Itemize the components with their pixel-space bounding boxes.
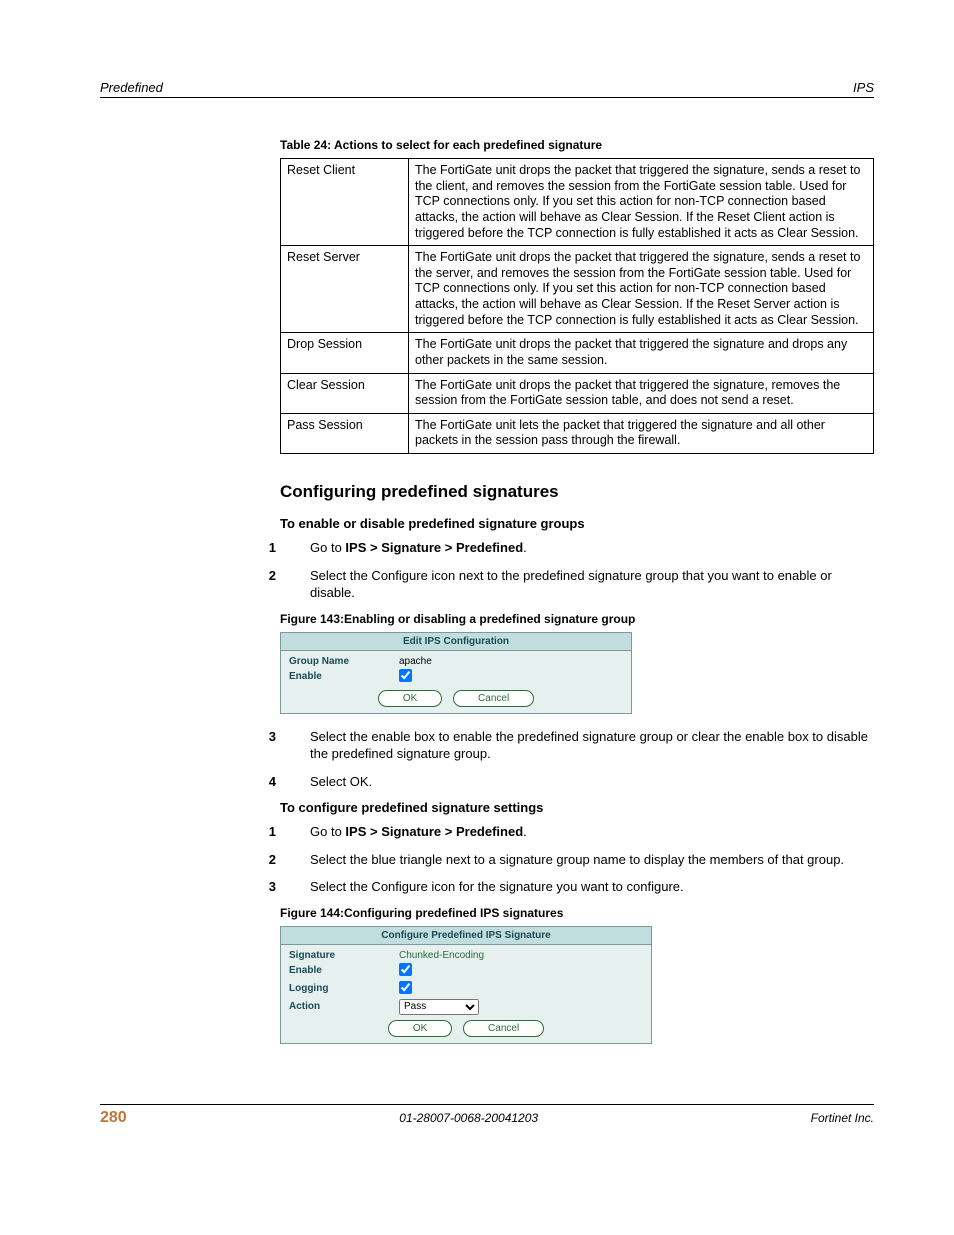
action-name: Clear Session: [281, 373, 409, 413]
cancel-button[interactable]: Cancel: [463, 1020, 544, 1037]
ok-button[interactable]: OK: [378, 690, 442, 707]
action-label: Action: [289, 1001, 399, 1012]
figure-143-caption: Figure 143:Enabling or disabling a prede…: [280, 612, 874, 626]
action-name: Drop Session: [281, 333, 409, 373]
action-name: Reset Server: [281, 246, 409, 333]
edit-ips-config-dialog: Edit IPS Configuration Group Name apache…: [280, 632, 632, 714]
step: Select the Configure icon next to the pr…: [280, 567, 874, 602]
logging-label: Logging: [289, 983, 399, 994]
actions-table: Reset Client The FortiGate unit drops th…: [280, 158, 874, 454]
signature-label: Signature: [289, 950, 399, 961]
procedure-b-title: To configure predefined signature settin…: [280, 800, 874, 815]
page-footer: 280 01-28007-0068-20041203 Fortinet Inc.: [100, 1104, 874, 1127]
page-number: 280: [100, 1109, 127, 1127]
enable-checkbox[interactable]: [399, 963, 412, 976]
action-name: Reset Client: [281, 159, 409, 246]
step: Go to IPS > Signature > Predefined.: [280, 823, 874, 841]
enable-label: Enable: [289, 671, 399, 682]
enable-checkbox[interactable]: [399, 669, 412, 682]
procedure-a-title: To enable or disable predefined signatur…: [280, 516, 874, 531]
action-desc: The FortiGate unit drops the packet that…: [409, 373, 874, 413]
step: Select OK.: [280, 773, 874, 791]
step: Select the enable box to enable the pred…: [280, 728, 874, 763]
table-row: Pass Session The FortiGate unit lets the…: [281, 413, 874, 453]
action-select[interactable]: Pass: [399, 999, 479, 1015]
action-desc: The FortiGate unit lets the packet that …: [409, 413, 874, 453]
page-header: Predefined IPS: [100, 80, 874, 98]
figure-144-caption: Figure 144:Configuring predefined IPS si…: [280, 906, 874, 920]
company-name: Fortinet Inc.: [811, 1111, 874, 1125]
step: Select the Configure icon for the signat…: [280, 878, 874, 896]
cancel-button[interactable]: Cancel: [453, 690, 534, 707]
logging-checkbox[interactable]: [399, 981, 412, 994]
table-row: Clear Session The FortiGate unit drops t…: [281, 373, 874, 413]
ok-button[interactable]: OK: [388, 1020, 452, 1037]
table-row: Reset Server The FortiGate unit drops th…: [281, 246, 874, 333]
group-name-label: Group Name: [289, 656, 399, 667]
step: Go to IPS > Signature > Predefined.: [280, 539, 874, 557]
step: Select the blue triangle next to a signa…: [280, 851, 874, 869]
action-desc: The FortiGate unit drops the packet that…: [409, 246, 874, 333]
dialog-title: Edit IPS Configuration: [281, 633, 631, 651]
table-row: Reset Client The FortiGate unit drops th…: [281, 159, 874, 246]
header-left: Predefined: [100, 80, 163, 95]
configure-signature-dialog: Configure Predefined IPS Signature Signa…: [280, 926, 652, 1044]
doc-id: 01-28007-0068-20041203: [127, 1111, 811, 1125]
dialog-title: Configure Predefined IPS Signature: [281, 927, 651, 945]
action-desc: The FortiGate unit drops the packet that…: [409, 333, 874, 373]
table-caption: Table 24: Actions to select for each pre…: [280, 138, 874, 152]
action-desc: The FortiGate unit drops the packet that…: [409, 159, 874, 246]
table-row: Drop Session The FortiGate unit drops th…: [281, 333, 874, 373]
action-name: Pass Session: [281, 413, 409, 453]
enable-label: Enable: [289, 965, 399, 976]
signature-value: Chunked-Encoding: [399, 950, 484, 961]
header-right: IPS: [853, 80, 874, 95]
section-heading: Configuring predefined signatures: [280, 482, 874, 502]
group-name-value: apache: [399, 656, 432, 667]
